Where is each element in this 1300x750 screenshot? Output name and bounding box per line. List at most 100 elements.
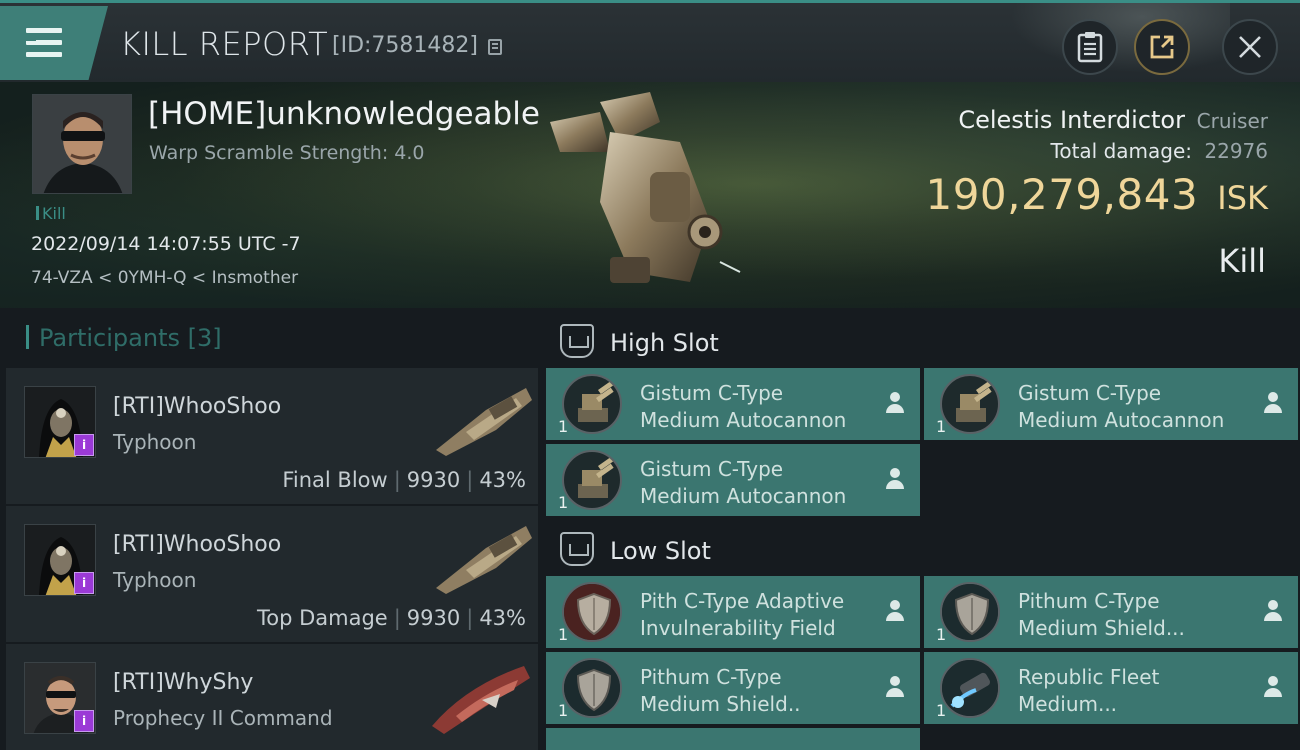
module-item[interactable]: 1 Pithum C-Type Medium Shield... <box>924 576 1298 648</box>
module-name: Gistum C-Type Medium Autocannon <box>640 380 846 434</box>
module-name-line1: Pithum C-Type <box>640 665 782 689</box>
victim-avatar[interactable] <box>32 94 132 194</box>
pilot-icon[interactable] <box>886 676 904 698</box>
corp-badge: i <box>74 434 94 456</box>
module-quantity: 1 <box>936 625 947 644</box>
stat-separator: | <box>466 468 474 492</box>
autocannon-image <box>578 379 616 422</box>
participant-ship: Typhoon <box>113 430 197 454</box>
kill-location[interactable]: 74-VZA < 0YMH-Q < Insmother <box>31 268 298 288</box>
corp-badge: i <box>74 710 94 732</box>
high-slot-header: High Slot <box>560 324 719 358</box>
corp-badge: i <box>74 572 94 594</box>
module-item[interactable]: 1 Gistum C-Type Medium Autocannon <box>546 444 920 516</box>
shield-icon <box>562 582 622 642</box>
participant-avatar: i <box>24 386 96 458</box>
kill-result: Kill <box>1218 242 1266 280</box>
participant-avatar: i <box>24 524 96 596</box>
copy-icon[interactable] <box>488 39 502 55</box>
module-name: Republic Fleet Medium... <box>1018 664 1159 718</box>
isk-value: 190,279,843 <box>925 170 1199 219</box>
clipboard-icon <box>1077 32 1103 63</box>
participants-panel: Participants [3] i [RTI]WhooShoo Typhoon… <box>0 308 540 750</box>
low-slot-header: Low Slot <box>560 532 711 566</box>
autocannon-image <box>956 379 994 422</box>
victim-name[interactable]: [HOME]unknowledgeable <box>148 96 540 132</box>
pilot-icon[interactable] <box>886 468 904 490</box>
high-slot-label: High Slot <box>610 329 719 357</box>
pilot-icon[interactable] <box>1264 600 1282 622</box>
planet-backdrop <box>1010 3 1230 73</box>
participant-avatar: i <box>24 662 96 734</box>
pilot-icon[interactable] <box>886 600 904 622</box>
autocannon-icon <box>940 374 1000 434</box>
participant-percent: 43% <box>479 606 526 630</box>
total-damage-label: Total damage: <box>1050 139 1193 163</box>
module-quantity: 1 <box>936 701 947 720</box>
pilot-icon[interactable] <box>1264 676 1282 698</box>
participant-ship-image <box>436 388 532 456</box>
share-button[interactable] <box>1134 19 1190 75</box>
module-quantity: 1 <box>558 625 569 644</box>
pilot-icon[interactable] <box>1264 392 1282 414</box>
module-item-partial[interactable] <box>546 728 920 750</box>
shield-icon <box>562 658 622 718</box>
participant-damage: 9930 <box>406 606 461 630</box>
module-name-line2: Medium... <box>1018 692 1118 716</box>
module-quantity: 1 <box>558 493 569 512</box>
menu-icon-notch <box>26 36 36 41</box>
participant-card[interactable]: i [RTI]WhooShoo Typhoon Final Blow | 9930 |… <box>6 368 538 504</box>
participant-card[interactable]: i [RTI]WhyShy Prophecy II Command <box>6 644 538 750</box>
victim-portrait-image <box>33 95 131 193</box>
shield-module-image <box>564 660 620 716</box>
module-item[interactable]: 1 Republic Fleet Medium... <box>924 652 1298 724</box>
victim-ship-image <box>550 92 741 283</box>
report-id: [ID:7581482] <box>332 33 478 58</box>
autocannon-icon <box>562 374 622 434</box>
module-name-line1: Gistum C-Type <box>640 381 784 405</box>
menu-button[interactable] <box>0 6 108 80</box>
module-name: Gistum C-Type Medium Autocannon <box>640 456 846 510</box>
victim-ship-name[interactable]: Celestis Interdictor <box>958 106 1185 134</box>
isk-unit: ISK <box>1217 179 1268 217</box>
module-name-line1: Gistum C-Type <box>1018 381 1162 405</box>
participant-name[interactable]: [RTI]WhooShoo <box>113 394 281 419</box>
close-icon <box>1239 36 1261 58</box>
module-name-line2: Medium Autocannon <box>640 484 847 508</box>
module-item[interactable]: 1 Pithum C-Type Medium Shield.. <box>546 652 920 724</box>
menu-icon-bar <box>26 52 62 57</box>
participant-ship-image <box>436 526 532 594</box>
module-quantity: 1 <box>558 701 569 720</box>
module-item[interactable]: 1 Gistum C-Type Medium Autocannon <box>546 368 920 440</box>
module-name-line2: Medium Autocannon <box>1018 408 1225 432</box>
module-name-line2: Medium Autocannon <box>640 408 847 432</box>
participant-name[interactable]: [RTI]WhyShy <box>113 670 253 695</box>
isk-value-line: 190,279,843 ISK <box>925 170 1268 219</box>
pilot-icon[interactable] <box>886 392 904 414</box>
participant-stats: Top Damage | 9930 | 43% <box>257 606 526 630</box>
victim-ship-class: Cruiser <box>1196 109 1268 133</box>
high-slot-icon <box>560 324 594 358</box>
module-name-line2: Invulnerability Field <box>640 616 836 640</box>
participant-card[interactable]: i [RTI]WhooShoo Typhoon Top Damage | 9930 |… <box>6 506 538 642</box>
module-item[interactable]: 1 Pith C-Type Adaptive Invulnerability F… <box>546 576 920 648</box>
clipboard-button[interactable] <box>1062 19 1118 75</box>
stat-separator: | <box>393 606 401 630</box>
participant-name[interactable]: [RTI]WhooShoo <box>113 532 281 557</box>
stat-separator: | <box>466 606 474 630</box>
autocannon-icon <box>562 450 622 510</box>
menu-icon <box>26 28 62 33</box>
module-item[interactable]: 1 Gistum C-Type Medium Autocannon <box>924 368 1298 440</box>
participant-ship: Typhoon <box>113 568 197 592</box>
invulnerability-field-image <box>564 584 620 640</box>
fitting-panel: High Slot 1 Gistum C-Type Medium Autocan… <box>540 308 1300 750</box>
shield-module-image <box>942 584 998 640</box>
module-name: Pithum C-Type Medium Shield.. <box>640 664 801 718</box>
participant-role: Final Blow <box>282 468 388 492</box>
close-button[interactable] <box>1222 19 1278 75</box>
kill-timestamp: 2022/09/14 14:07:55 UTC -7 <box>31 233 301 255</box>
module-quantity: 1 <box>936 417 947 436</box>
module-quantity: 1 <box>558 417 569 436</box>
autocannon-image <box>578 455 616 498</box>
participant-damage: 9930 <box>406 468 461 492</box>
